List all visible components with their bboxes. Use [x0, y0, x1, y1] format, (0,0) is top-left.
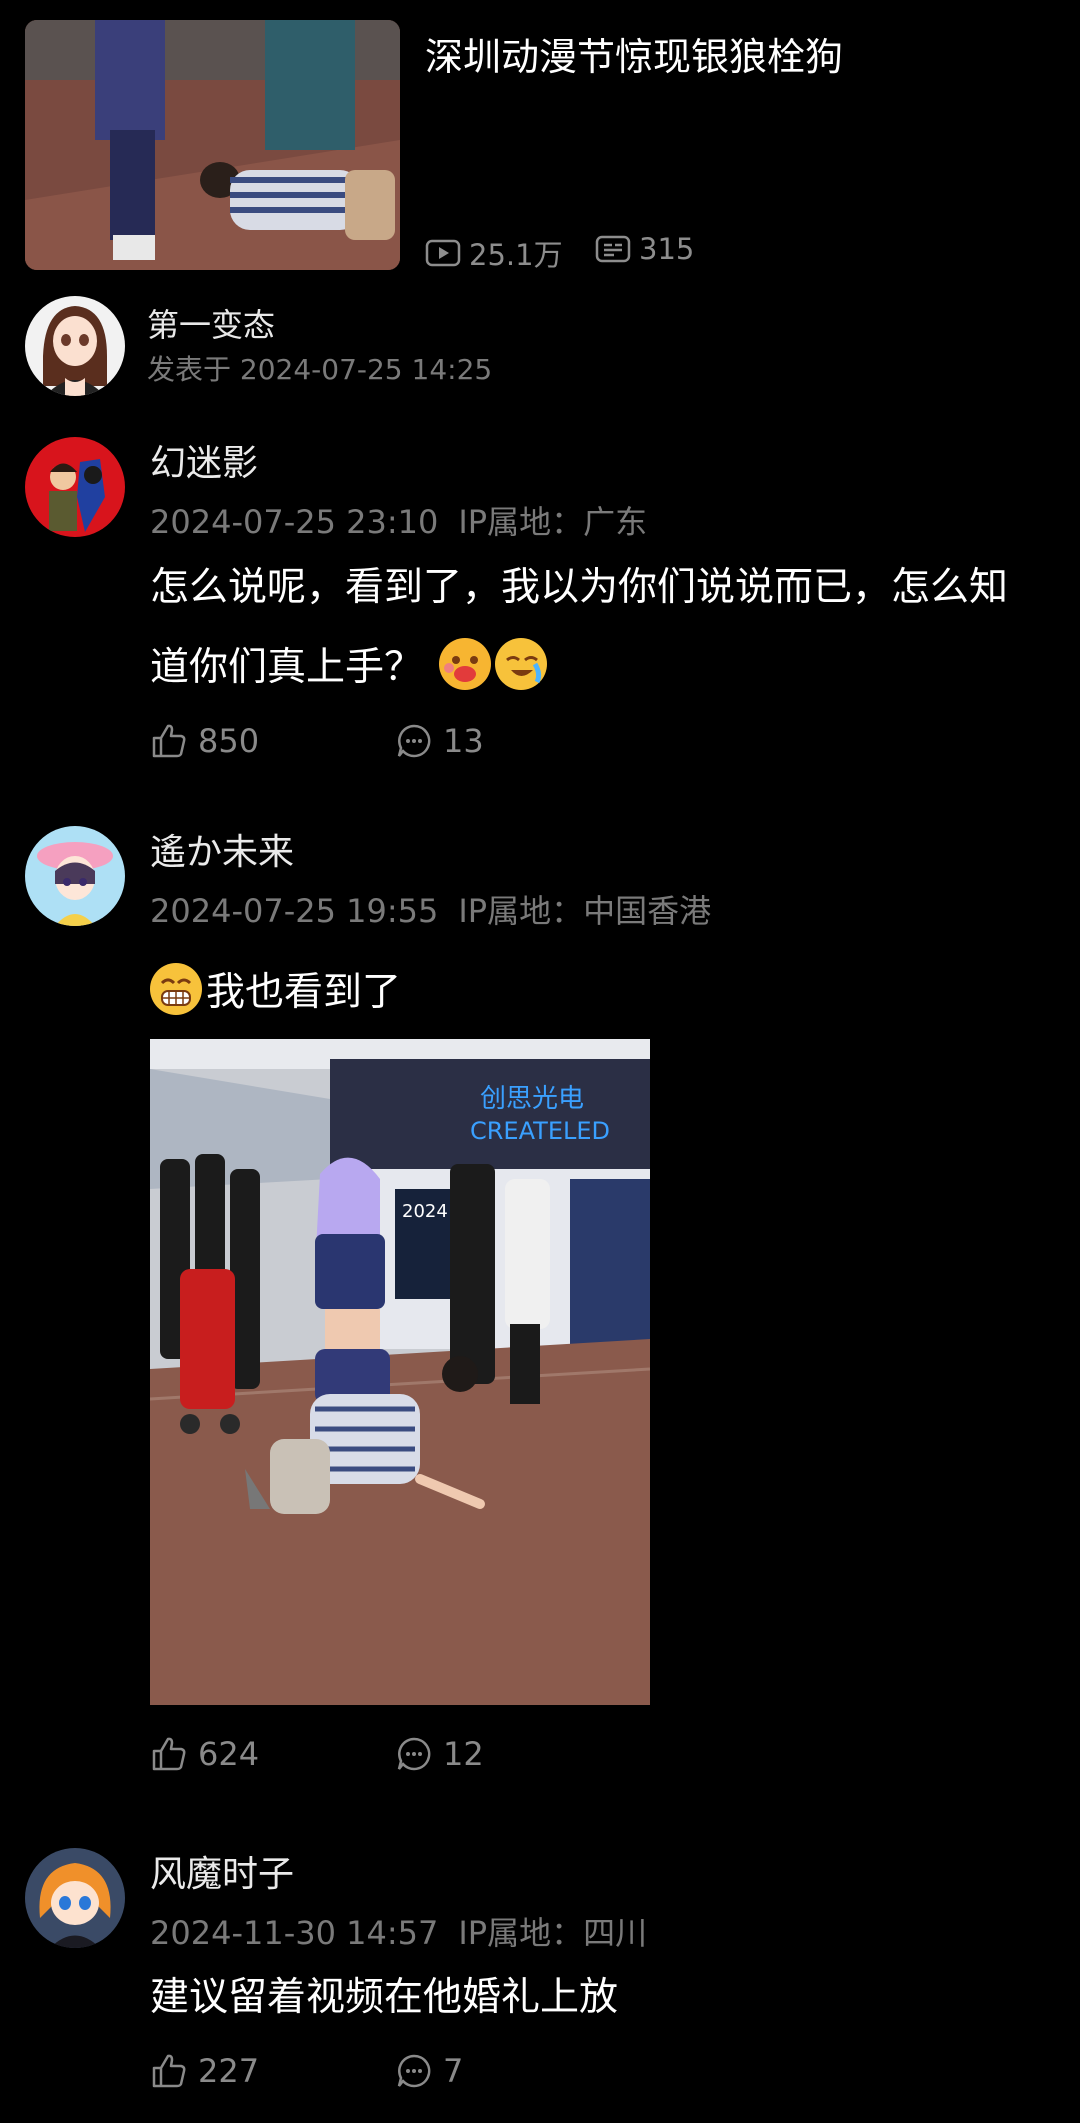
comment-ip: IP属地：广东: [458, 503, 648, 541]
comment-text-line: 我也看到了: [206, 970, 402, 1015]
comment-time: 2024-07-25 23:10: [150, 503, 439, 541]
comment-text: 我也看到了: [150, 953, 1050, 1033]
comment-text-line: 怎么说呢，看到了，我以为你们说说而已，怎么知: [150, 565, 1009, 610]
danmaku-count-value: 315: [639, 232, 695, 266]
comment-author[interactable]: 幻迷影: [150, 434, 258, 486]
like-count: 624: [198, 1735, 260, 1773]
comment-avatar[interactable]: [25, 826, 125, 926]
comment-icon: [397, 2054, 431, 2088]
video-thumbnail[interactable]: [25, 20, 400, 270]
comment-meta: 2024-07-25 19:55 IP属地：中国香港: [150, 886, 731, 932]
comment-meta: 2024-07-25 23:10 IP属地：广东: [150, 497, 667, 543]
comment-icon: [397, 1737, 431, 1771]
reply-button[interactable]: 13: [395, 722, 640, 760]
danmaku-icon: [595, 235, 631, 263]
poster-name[interactable]: 第一变态: [147, 300, 275, 346]
comment-text: 怎么说呢，看到了，我以为你们说说而已，怎么知 道你们真上手？: [150, 548, 1050, 708]
comment-text-line: 道你们真上手？: [150, 645, 424, 690]
photo-sign-year: 2024: [402, 1201, 448, 1222]
view-count-value: 25.1万: [469, 238, 563, 272]
like-button[interactable]: 850: [150, 722, 395, 760]
view-count: 25.1万: [425, 232, 563, 274]
reply-count: 7: [443, 2052, 464, 2090]
like-button[interactable]: 227: [150, 2052, 395, 2090]
comment-author[interactable]: 风魔时子: [150, 1845, 294, 1897]
comment-actions: 624 12: [150, 1735, 640, 1773]
poster-avatar[interactable]: [25, 296, 125, 396]
photo-sign-line2: CREATELED: [470, 1117, 610, 1145]
photo-sign-line1: 创思光电: [480, 1084, 584, 1114]
video-title[interactable]: 深圳动漫节惊现银狼栓狗: [425, 26, 843, 81]
emoji-icon: [495, 638, 548, 690]
comment-text-line: 建议留着视频在他婚礼上放: [150, 1975, 619, 2020]
emoji-icon: [439, 638, 492, 690]
reply-count: 12: [443, 1735, 484, 1773]
comment-actions: 227 7: [150, 2052, 640, 2090]
danmaku-count: 315: [595, 232, 694, 266]
comment-time: 2024-11-30 14:57: [150, 1914, 439, 1952]
comment-photo[interactable]: 创思光电 CREATELED 2024: [150, 1039, 650, 1705]
like-count: 227: [198, 2052, 260, 2090]
comment-meta: 2024-11-30 14:57 IP属地：四川: [150, 1908, 667, 1954]
thumbs-up-icon: [152, 1737, 186, 1771]
comment-avatar[interactable]: [25, 437, 125, 537]
comment-avatar[interactable]: [25, 1848, 125, 1948]
thumbs-up-icon: [152, 2054, 186, 2088]
comment-time: 2024-07-25 19:55: [150, 892, 439, 930]
post-timestamp: 发表于 2024-07-25 14:25: [147, 353, 493, 386]
reply-button[interactable]: 12: [395, 1735, 640, 1773]
reply-button[interactable]: 7: [395, 2052, 640, 2090]
like-count: 850: [198, 722, 260, 760]
comment-ip: IP属地：中国香港: [458, 892, 712, 930]
comment-text: 建议留着视频在他婚礼上放: [150, 1958, 1050, 2038]
comment-text-line-2: 道你们真上手？: [150, 628, 1050, 708]
like-button[interactable]: 624: [150, 1735, 395, 1773]
comment-author[interactable]: 遙か未来: [150, 823, 294, 875]
emoji-icon: [150, 963, 202, 1015]
comment-ip: IP属地：四川: [458, 1914, 648, 1952]
reply-count: 13: [443, 722, 484, 760]
thumbs-up-icon: [152, 724, 186, 758]
comment-actions: 850 13: [150, 722, 640, 760]
play-icon: [425, 239, 461, 267]
comment-icon: [397, 724, 431, 758]
